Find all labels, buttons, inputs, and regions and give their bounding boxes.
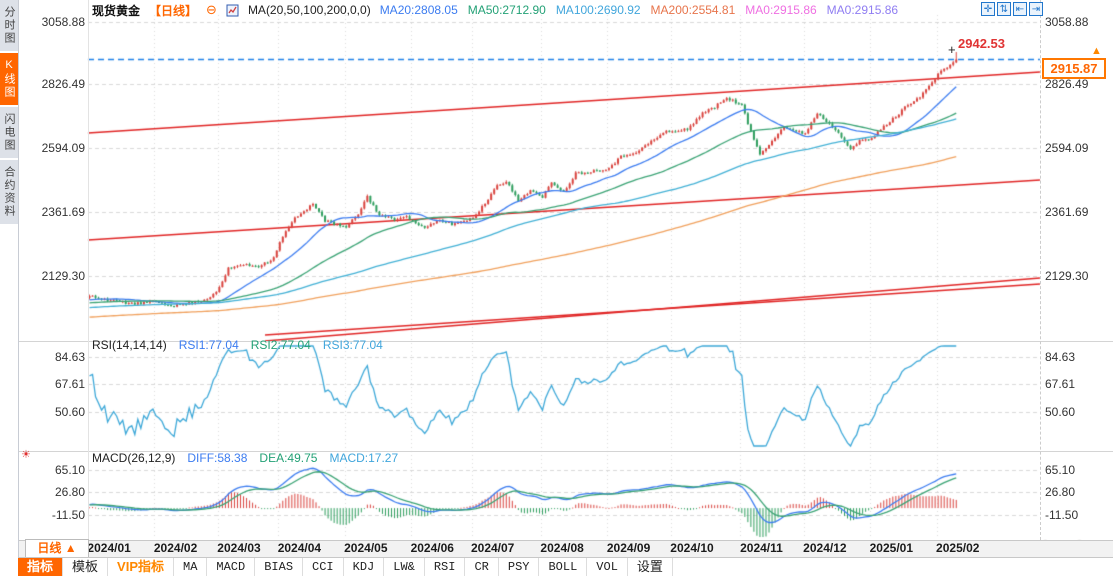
ma-value-label: MA200:2554.81	[651, 3, 736, 17]
collapse-icon[interactable]: ⊖	[206, 4, 217, 16]
axis-label-right: 50.60	[1045, 405, 1109, 419]
symbol-name: 现货黄金	[92, 2, 140, 19]
date-label: 2024/04	[278, 541, 321, 555]
date-label: 2024/12	[803, 541, 846, 555]
toolbar-button-ma[interactable]: MA	[174, 558, 207, 576]
toolbar-button-cr[interactable]: CR	[465, 558, 498, 576]
axis-label-right: 3058.88	[1045, 15, 1109, 29]
rsi-params-label: RSI(14,14,14)	[92, 338, 167, 352]
axis-label-right: 65.10	[1045, 463, 1109, 477]
axis-label-right: 2826.49	[1045, 77, 1109, 91]
period-selector-button[interactable]: 日线 ▲	[25, 539, 89, 558]
date-label: 2024/09	[607, 541, 650, 555]
axis-label-left: 67.61	[28, 377, 85, 391]
fit-y-axis-icon[interactable]: ⇅	[997, 2, 1011, 16]
ma-value-label: MA50:2712.90	[468, 3, 546, 17]
sidebar-tab-3[interactable]: 闪电图	[0, 107, 18, 158]
date-label: 2024/02	[154, 541, 197, 555]
date-label: 2024/06	[411, 541, 454, 555]
toolbar-button-psy[interactable]: PSY	[499, 558, 540, 576]
toolbar-button-[interactable]: 指标	[18, 558, 63, 576]
rsi-value-label: RSI2:77.04	[251, 338, 311, 352]
axis-label-left: 2361.69	[28, 205, 85, 219]
toolbar-button-cci[interactable]: CCI	[303, 558, 344, 576]
macd-value-label: DIFF:58.38	[187, 451, 247, 465]
toolbar-button-vip[interactable]: VIP指标	[108, 558, 174, 576]
high-price-marker: 2942.53	[958, 36, 1005, 51]
axis-label-left: 26.80	[28, 485, 85, 499]
mini-chart-icon[interactable]	[226, 4, 239, 17]
toolbar-button-rsi[interactable]: RSI	[425, 558, 466, 576]
ma-values: MA20:2808.05 MA50:2712.90 MA100:2690.92 MA2…	[380, 3, 898, 17]
date-label: 2024/07	[471, 541, 514, 555]
toolbar-button-lw[interactable]: LW&	[384, 558, 425, 576]
ma-params-label: MA(20,50,100,200,0,0)	[248, 3, 371, 17]
axis-label-right: 26.80	[1045, 485, 1109, 499]
toolbar-button-macd[interactable]: MACD	[207, 558, 255, 576]
plot-right-border	[1040, 0, 1041, 540]
axis-label-left: 84.63	[28, 350, 85, 364]
pan-right-icon[interactable]: ⇥	[1029, 2, 1043, 16]
date-label: 2024/03	[217, 541, 260, 555]
toolbar-button-kdj[interactable]: KDJ	[344, 558, 385, 576]
date-label: 2024/01	[87, 541, 130, 555]
toolbar-button-vol[interactable]: VOL	[587, 558, 628, 576]
rsi-value-label: RSI3:77.04	[323, 338, 383, 352]
sidebar-tab-4[interactable]: 合约资料	[0, 160, 18, 224]
high-cross-icon: +	[948, 42, 956, 57]
fit-x-axis-icon[interactable]: ⇤	[1013, 2, 1027, 16]
sidebar-tab-2[interactable]: K线图	[0, 53, 18, 105]
axis-label-left: -11.50	[28, 508, 85, 522]
chart-corner-toolbar: ✛⇅⇤⇥	[981, 2, 1043, 16]
current-price-tag: 2915.87	[1042, 58, 1106, 79]
toolbar-button-[interactable]: 设置	[628, 558, 673, 576]
price-tag-pin-icon: ▲	[1091, 45, 1102, 57]
macd-value-label: MACD:17.27	[329, 451, 398, 465]
ma-value-label: MA20:2808.05	[380, 3, 458, 17]
axis-label-right: -11.50	[1045, 508, 1109, 522]
macd-params-label: MACD(26,12,9)	[92, 451, 175, 465]
ma-value-label: MA0:2915.86	[745, 3, 816, 17]
rsi-header: RSI(14,14,14) RSI1:77.04 RSI2:77.04 RSI3:7…	[92, 338, 383, 352]
ma-value-label: MA100:2690.92	[556, 3, 641, 17]
date-label: 2024/11	[740, 541, 783, 555]
price-chart-canvas[interactable]	[0, 0, 1113, 576]
left-sidebar: 分时图 K线图闪电图合约资料	[0, 0, 19, 576]
toolbar-button-boll[interactable]: BOLL	[539, 558, 587, 576]
date-label: 2025/01	[870, 541, 913, 555]
date-label: 2024/05	[344, 541, 387, 555]
trading-app-window: 分时图 K线图闪电图合约资料 现货黄金 【日线】 ⊖ MA(20,50,100,2…	[0, 0, 1113, 576]
axis-label-left: 50.60	[28, 405, 85, 419]
axis-label-right: 67.61	[1045, 377, 1109, 391]
toolbar-button-bias[interactable]: BIAS	[255, 558, 303, 576]
toolbar-button-[interactable]: 模板	[63, 558, 108, 576]
macd-value-label: DEA:49.75	[259, 451, 317, 465]
crosshair-icon[interactable]: ✛	[981, 2, 995, 16]
date-label: 2024/10	[670, 541, 713, 555]
macd-values: DIFF:58.38 DEA:49.75 MACD:17.27	[187, 451, 398, 465]
axis-label-right: 2594.09	[1045, 141, 1109, 155]
axis-label-left: 2826.49	[28, 77, 85, 91]
indicator-sun-icon: ☀	[21, 448, 31, 461]
axis-label-left: 3058.88	[28, 15, 85, 29]
axis-label-left: 65.10	[28, 463, 85, 477]
plot-left-border	[88, 0, 89, 540]
sidebar-tab-1[interactable]: 分时图	[0, 0, 18, 51]
axis-label-left: 2594.09	[28, 141, 85, 155]
date-label: 2024/08	[540, 541, 583, 555]
axis-label-right: 2361.69	[1045, 205, 1109, 219]
macd-header: MACD(26,12,9) DIFF:58.38 DEA:49.75 MACD:17…	[92, 451, 398, 465]
axis-label-right: 84.63	[1045, 350, 1109, 364]
rsi-values: RSI1:77.04 RSI2:77.04 RSI3:77.04	[179, 338, 383, 352]
chart-header: 现货黄金 【日线】 ⊖ MA(20,50,100,200,0,0) MA20:2…	[92, 3, 898, 17]
axis-label-left: 2129.30	[28, 269, 85, 283]
period-tag: 【日线】	[149, 2, 197, 19]
axis-label-right: 2129.30	[1045, 269, 1109, 283]
indicator-toolbar: 指标模板VIP指标MAMACDBIASCCIKDJLW&RSICRPSYBOLL…	[18, 557, 1113, 576]
ma-value-label: MA0:2915.86	[827, 3, 898, 17]
date-label: 2025/02	[936, 541, 979, 555]
rsi-value-label: RSI1:77.04	[179, 338, 239, 352]
